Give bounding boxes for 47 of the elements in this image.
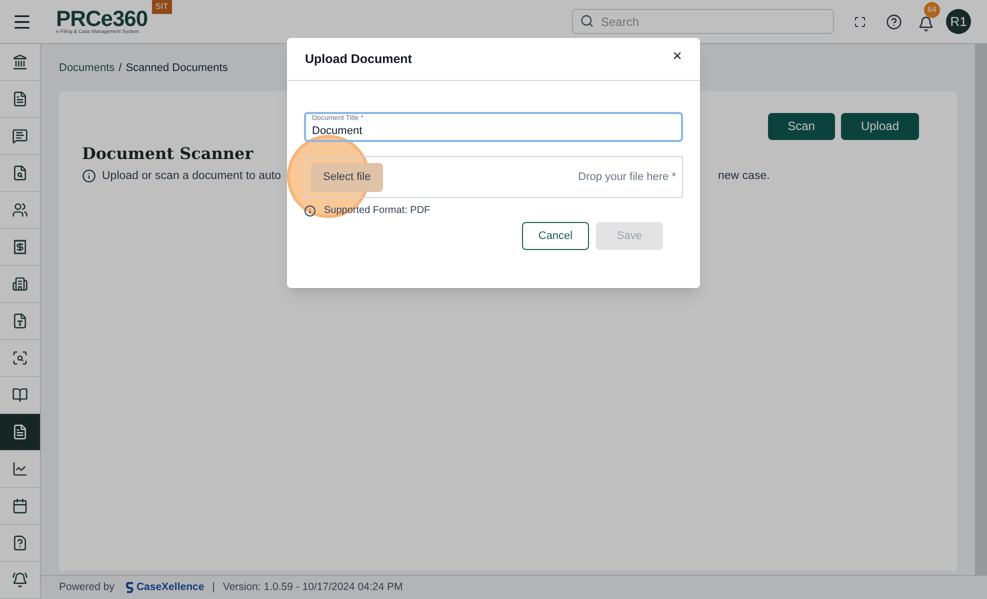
- line-chart-icon: [12, 461, 28, 477]
- user-avatar[interactable]: R1: [946, 9, 971, 34]
- bank-icon: [12, 54, 28, 70]
- text-file-icon: [12, 313, 28, 329]
- breadcrumb-current: Scanned Documents: [126, 61, 228, 76]
- message-icon: [12, 128, 28, 144]
- logo: PRCe360: [56, 8, 148, 30]
- brand-logo-icon: [126, 582, 134, 593]
- scan-search-icon: [12, 350, 28, 366]
- alarm-icon: [12, 572, 28, 588]
- users-icon: [12, 202, 28, 218]
- fullscreen-icon[interactable]: [854, 16, 866, 28]
- info-icon: [304, 204, 316, 216]
- drop-hint: Drop your file here *: [578, 170, 676, 185]
- help-file-icon: [12, 535, 28, 551]
- dialog-title: Upload Document: [305, 50, 412, 68]
- book-icon: [12, 387, 28, 403]
- file-search-icon: [12, 165, 28, 181]
- description-text: Upload or scan a document to auto: [102, 168, 282, 184]
- sidebar-item[interactable]: [0, 414, 40, 451]
- receipt-icon: [12, 239, 28, 255]
- version-text: Version: 1.0.59 - 10/17/2024 04:24 PM: [222, 580, 403, 595]
- format-note: Supported Format: PDF: [324, 204, 430, 218]
- brand-name[interactable]: CaseXellence: [136, 580, 204, 596]
- environment-badge: SIT: [152, 0, 172, 14]
- scan-button[interactable]: Scan: [768, 112, 835, 140]
- upload-button[interactable]: Upload: [840, 112, 919, 140]
- notification-badge: 64: [924, 2, 940, 18]
- info-icon: [82, 169, 96, 184]
- search-icon: [580, 14, 594, 28]
- document-icon: [12, 424, 28, 440]
- building-icon: [12, 276, 28, 292]
- file-drop-zone[interactable]: Select file Drop your file here *: [304, 156, 683, 198]
- calendar-icon: [12, 498, 28, 514]
- bell-icon[interactable]: [918, 16, 934, 32]
- breadcrumb-link[interactable]: Documents: [59, 60, 115, 76]
- description-text: new case.: [718, 168, 770, 184]
- help-icon[interactable]: [886, 14, 902, 30]
- search-field[interactable]: Search: [572, 9, 834, 34]
- close-button[interactable]: ×: [672, 49, 682, 69]
- document-icon: [12, 91, 28, 107]
- cancel-button[interactable]: Cancel: [522, 222, 589, 250]
- select-file-button[interactable]: Select file: [311, 162, 383, 192]
- powered-by-text: Powered by: [59, 580, 114, 595]
- breadcrumb-separator: /: [118, 61, 122, 76]
- footer-separator: |: [212, 580, 215, 595]
- page-title: Document Scanner: [82, 142, 254, 164]
